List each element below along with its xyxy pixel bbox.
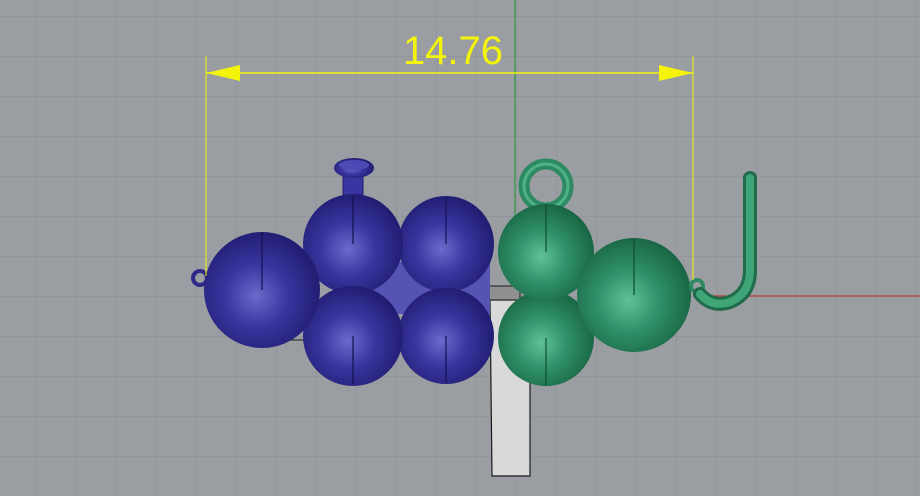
rhino-viewport[interactable]: 14.76 (0, 0, 920, 496)
dimension-label: 14.76 (403, 29, 503, 73)
viewport-canvas[interactable]: 14.76 (0, 0, 920, 496)
